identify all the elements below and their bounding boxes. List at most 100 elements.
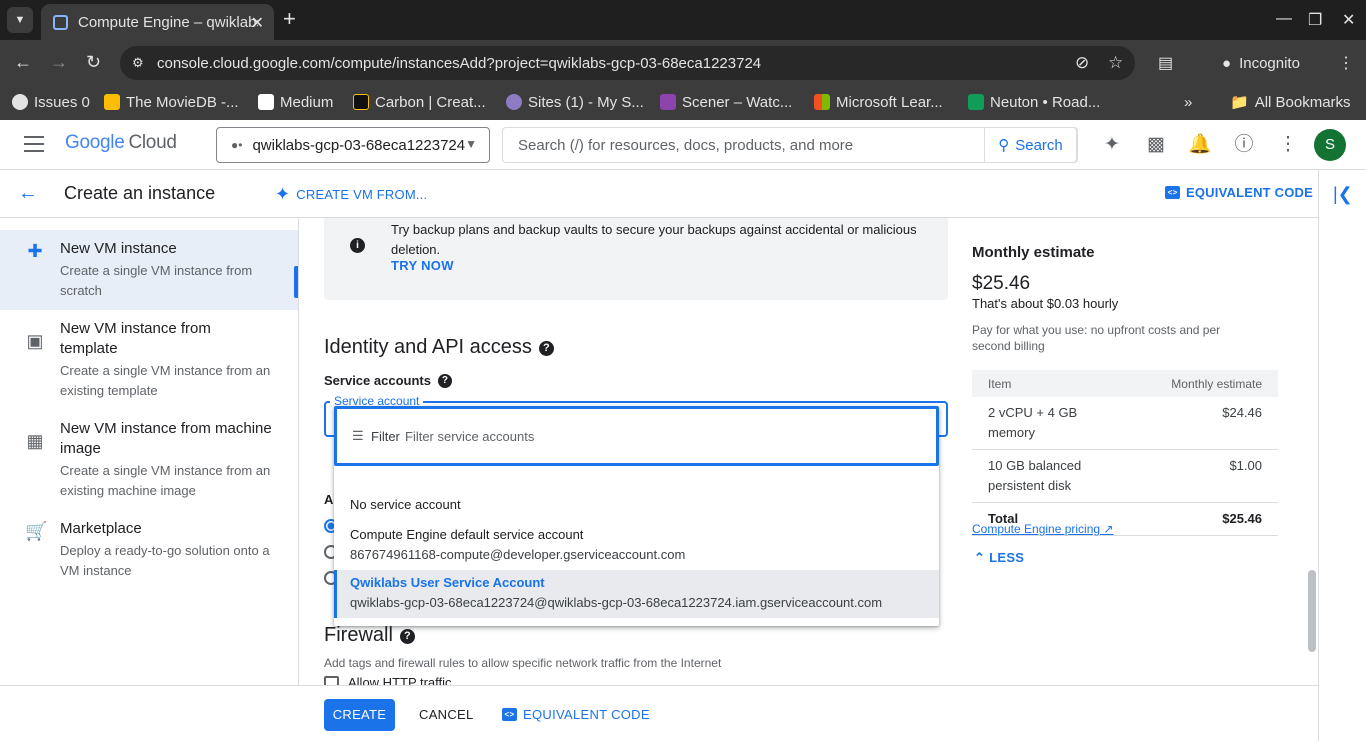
project-selector[interactable]: ●• qwiklabs-gcp-03-68eca1223724 ▼ — [216, 127, 490, 163]
search-input[interactable]: Search (/) for resources, docs, products… — [502, 127, 1078, 163]
gemini-icon[interactable]: ✦ — [1100, 133, 1124, 157]
search-icon: ⚲ — [998, 137, 1010, 154]
reload-icon[interactable]: ↻ — [86, 52, 101, 72]
nav-marketplace[interactable]: 🛒 Marketplace Deploy a ready-to-go solut… — [0, 519, 298, 589]
help-icon[interactable]: ? — [437, 374, 452, 388]
bookmark-item[interactable]: Neuton • Road... — [968, 91, 1100, 113]
nav-item-title: New VM instance from template — [60, 320, 211, 357]
minimize-icon[interactable]: — — [1276, 10, 1292, 28]
firewall-section-title: Firewall? — [324, 624, 415, 647]
cart-icon: 🛒 — [25, 521, 48, 541]
nav-new-vm-from-template[interactable]: ▣ New VM instance from template Create a… — [0, 319, 298, 409]
table-row: 2 vCPU + 4 GB memory $24.46 — [972, 397, 1278, 450]
scrollbar-thumb[interactable] — [1308, 570, 1316, 652]
new-tab-icon[interactable]: + — [283, 8, 296, 30]
url-text: console.cloud.google.com/compute/instanc… — [157, 54, 762, 72]
bookmark-item[interactable]: The MovieDB -... — [104, 91, 239, 113]
active-indicator — [294, 266, 298, 298]
identity-section-title: Identity and API access? — [324, 336, 554, 359]
back-icon[interactable]: ← — [14, 52, 32, 72]
create-vm-from-button[interactable]: ✦ CREATE VM FROM... — [275, 184, 427, 205]
help-icon[interactable]: ? — [399, 629, 415, 644]
microsoft-icon — [814, 94, 830, 110]
filter-input[interactable] — [405, 425, 805, 447]
item-cell: 10 GB balanced persistent disk — [972, 449, 1122, 503]
bookmark-item[interactable]: Microsoft Lear... — [814, 91, 943, 113]
nav-item-desc: Create a single VM instance from an exis… — [60, 363, 271, 398]
sparkle-icon: ✦ — [275, 184, 291, 204]
medium-icon — [258, 94, 274, 110]
star-icon[interactable]: ☆ — [1108, 53, 1123, 73]
tab-title: Compute Engine – qwiklabs — [78, 13, 258, 31]
estimate-heading: Monthly estimate — [972, 244, 1095, 261]
template-icon: ▣ — [26, 331, 44, 351]
notifications-icon[interactable]: 🔔 — [1188, 133, 1212, 157]
search-button[interactable]: ⚲ Search — [984, 127, 1077, 163]
compute-engine-favicon-icon — [53, 14, 68, 30]
filter-box[interactable]: ☰ Filter — [334, 406, 939, 466]
console-header: Google Cloud ●• qwiklabs-gcp-03-68eca1223… — [0, 120, 1366, 170]
more-options-icon[interactable]: ⋮ — [1276, 133, 1300, 157]
nav-new-vm-from-machine-image[interactable]: ▦ New VM instance from machine image Cre… — [0, 419, 298, 509]
reading-list-icon[interactable]: ▤ — [1158, 53, 1173, 73]
code-icon: <> — [1165, 186, 1180, 199]
equivalent-code-button[interactable]: <> EQUIVALENT CODE — [502, 707, 650, 722]
machine-image-icon: ▦ — [26, 431, 44, 451]
google-cloud-logo[interactable]: Google Cloud — [65, 132, 177, 154]
nav-new-vm-instance[interactable]: ✚ New VM instance Create a single VM ins… — [0, 230, 298, 310]
main-menu-icon[interactable] — [24, 136, 44, 152]
estimate-table: Item Monthly estimate 2 vCPU + 4 GB memo… — [972, 370, 1278, 536]
window-close-icon[interactable]: ✕ — [1342, 10, 1355, 30]
column-header: Monthly estimate — [1122, 370, 1278, 397]
incognito-badge[interactable]: ● Incognito — [1210, 44, 1336, 82]
browser-toolbar: ← → ↻ ⚙ console.cloud.google.com/compute… — [0, 40, 1366, 86]
collapse-panel-icon[interactable]: |❮ — [1333, 184, 1353, 205]
help-icon[interactable]: ? — [538, 341, 554, 356]
bookmark-item[interactable]: Scener – Watc... — [660, 91, 792, 113]
cancel-button[interactable]: CANCEL — [419, 707, 474, 722]
bookmark-item[interactable]: Carbon | Creat... — [353, 91, 486, 113]
cloud-shell-icon[interactable]: ▩ — [1144, 133, 1168, 157]
allow-http-label: Allow HTTP traffic — [348, 675, 452, 685]
avatar[interactable]: S — [1314, 129, 1346, 161]
site-info-icon[interactable]: ⚙ — [132, 55, 148, 71]
address-bar[interactable]: ⚙ console.cloud.google.com/compute/insta… — [120, 46, 1135, 80]
bookmark-item[interactable]: Sites (1) - My S... — [506, 91, 644, 113]
option-compute-default-sa[interactable]: Compute Engine default service account 8… — [334, 525, 939, 565]
column-header: Item — [972, 370, 1122, 397]
cost-cell: $24.46 — [1122, 397, 1278, 450]
try-now-link[interactable]: TRY NOW — [391, 258, 454, 273]
bookmark-favicon-icon — [104, 94, 120, 110]
cost-cell: $1.00 — [1122, 449, 1278, 503]
browser-tab[interactable]: Compute Engine – qwiklabs ✕ — [41, 4, 274, 40]
less-toggle[interactable]: ⌃ LESS — [974, 550, 1024, 566]
filter-label: Filter — [371, 429, 400, 444]
equivalent-code-button[interactable]: <> EQUIVALENT CODE — [1165, 185, 1313, 200]
service-accounts-label: Service accounts? — [324, 373, 452, 388]
create-button[interactable]: CREATE — [324, 699, 395, 731]
help-icon[interactable]: ⓘ — [1232, 133, 1256, 157]
total-cost: $25.46 — [1122, 502, 1278, 536]
bookmark-item[interactable]: Issues 0 — [12, 91, 90, 113]
bookmark-item[interactable]: Medium — [258, 91, 333, 113]
tab-search-icon[interactable]: ▼ — [7, 7, 33, 33]
option-no-service-account[interactable]: No service account — [334, 495, 939, 515]
close-tab-icon[interactable]: ✕ — [251, 13, 264, 33]
back-arrow-icon[interactable]: ← — [18, 182, 38, 205]
table-row: 10 GB balanced persistent disk $1.00 — [972, 449, 1278, 503]
plus-square-icon: ✚ — [27, 241, 43, 261]
more-bookmarks-icon[interactable]: » — [1184, 91, 1192, 113]
search-placeholder: Search (/) for resources, docs, products… — [518, 136, 854, 154]
eye-off-icon[interactable]: ⊘ — [1075, 53, 1089, 73]
incognito-label: Incognito — [1239, 54, 1300, 72]
allow-http-checkbox[interactable] — [324, 676, 339, 685]
option-qwiklabs-user-sa[interactable]: Qwiklabs User Service Account qwiklabs-g… — [334, 570, 939, 618]
all-bookmarks[interactable]: 📁 All Bookmarks — [1230, 91, 1351, 113]
nav-item-title: New VM instance from machine image — [60, 420, 272, 457]
forward-icon[interactable]: → — [50, 52, 68, 72]
incognito-icon: ● — [1222, 54, 1232, 72]
nav-item-desc: Create a single VM instance from scratch — [60, 263, 253, 298]
browser-menu-icon[interactable]: ⋮ — [1338, 53, 1354, 73]
compute-engine-pricing-link[interactable]: Compute Engine pricing ↗ — [972, 522, 1113, 536]
maximize-icon[interactable]: ❐ — [1308, 10, 1322, 30]
